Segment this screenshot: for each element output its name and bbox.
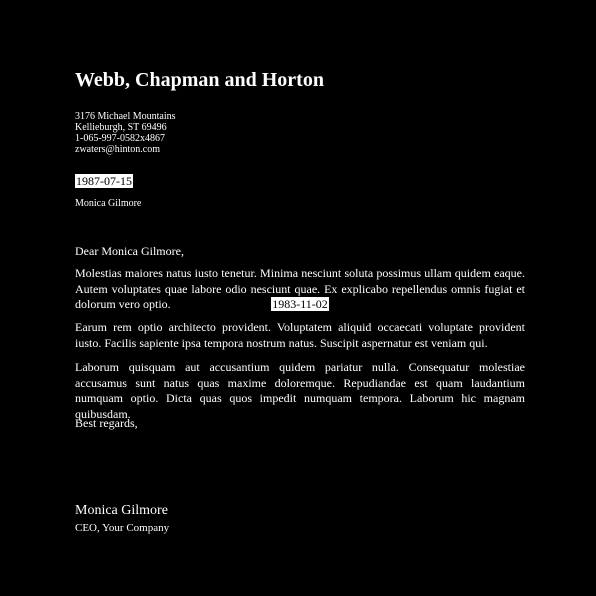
company-address-block: 3176 Michael Mountains Kellieburgh, ST 6… (75, 111, 176, 155)
company-name: Webb, Chapman and Horton (75, 69, 324, 91)
inline-date: 1983-11-02 (271, 297, 329, 311)
salutation: Dear Monica Gilmore, (75, 244, 184, 258)
letter-date: 1987-07-15 (75, 174, 133, 188)
inline-date-line: 1983-11-02 (75, 297, 525, 311)
paragraph-2: Earum rem optio architecto provident. Vo… (75, 320, 525, 350)
letter: Webb, Chapman and Horton 3176 Michael Mo… (75, 0, 525, 596)
paragraph-3: Laborum quisquam aut accusantium quidem … (75, 360, 525, 421)
address-line-street: 3176 Michael Mountains (75, 111, 176, 122)
recipient-name: Monica Gilmore (75, 198, 142, 209)
letter-date-line: 1987-07-15 (75, 174, 133, 188)
address-line-city: Kellieburgh, ST 69496 (75, 122, 167, 133)
company-email: zwaters@hinton.com (75, 144, 161, 155)
signature-name: Monica Gilmore (75, 503, 168, 518)
closing: Best regards, (75, 416, 138, 430)
company-phone: 1-065-997-0582x4867 (75, 133, 165, 144)
signature-title: CEO, Your Company (75, 522, 170, 534)
